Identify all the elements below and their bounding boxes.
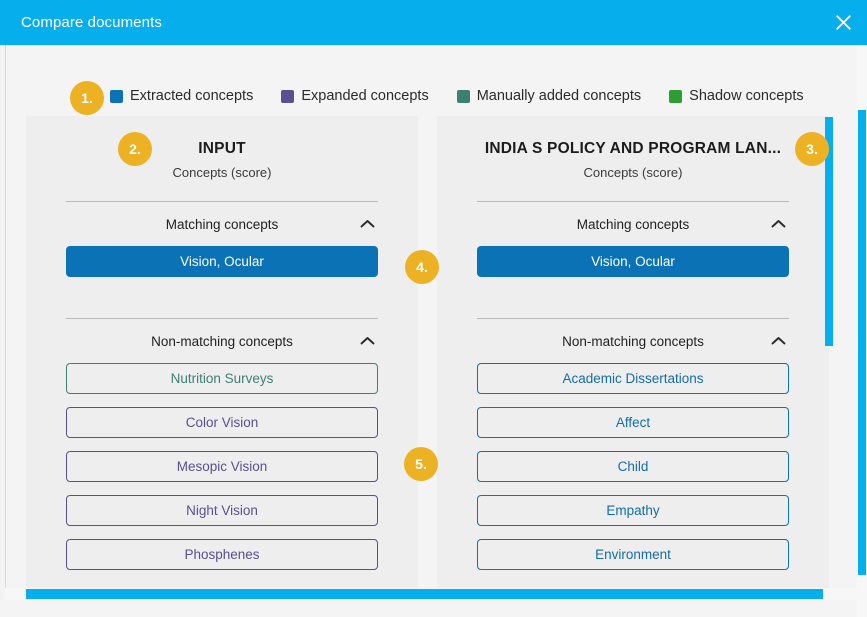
right-panel-title: INDIA S POLICY AND PROGRAM LAN... xyxy=(477,140,789,158)
concept-chip-vision-ocular[interactable]: Vision, Ocular xyxy=(477,246,789,277)
concept-type-legend: Extracted concepts Expanded concepts Man… xyxy=(110,85,832,107)
dialog-horizontal-scrollbar-thumb[interactable] xyxy=(26,589,823,599)
right-panel-header: INDIA S POLICY AND PROGRAM LAN... Concep… xyxy=(477,116,789,180)
right-matching-concepts-list: Vision, Ocular xyxy=(477,246,789,285)
dialog-title-bar: Compare documents xyxy=(0,0,867,45)
concept-chip-mesopic-vision[interactable]: Mesopic Vision xyxy=(66,451,378,482)
concept-chip-academic-dissertations[interactable]: Academic Dissertations xyxy=(477,363,789,394)
concept-chip-phosphenes[interactable]: Phosphenes xyxy=(66,539,378,570)
right-matching-concepts-label: Matching concepts xyxy=(577,217,690,232)
step-badge-4: 4. xyxy=(405,250,439,284)
chevron-up-icon[interactable] xyxy=(358,215,376,233)
chevron-up-icon[interactable] xyxy=(769,332,787,350)
compare-documents-dialog: Compare documents Extracted concepts Exp… xyxy=(0,0,867,617)
legend-swatch-shadow xyxy=(669,90,682,103)
left-panel-title: INPUT xyxy=(66,140,378,158)
right-document-panel: INDIA S POLICY AND PROGRAM LAN... Concep… xyxy=(437,116,829,591)
legend-item-shadow: Shadow concepts xyxy=(669,88,803,104)
left-panel-header: INPUT Concepts (score) xyxy=(66,116,378,180)
step-badge-2: 2. xyxy=(118,132,152,166)
concept-chip-color-vision[interactable]: Color Vision xyxy=(66,407,378,438)
concept-chip-nutrition-surveys[interactable]: Nutrition Surveys xyxy=(66,363,378,394)
close-icon xyxy=(835,14,852,31)
close-button[interactable] xyxy=(819,0,867,45)
concept-chip-vision-ocular[interactable]: Vision, Ocular xyxy=(66,246,378,277)
right-non-matching-concepts-header[interactable]: Non-matching concepts xyxy=(477,319,789,363)
chevron-up-icon[interactable] xyxy=(358,332,376,350)
dialog-vertical-scrollbar-thumb[interactable] xyxy=(858,110,866,575)
legend-item-manual: Manually added concepts xyxy=(457,88,641,104)
legend-label-extracted: Extracted concepts xyxy=(130,88,253,104)
step-badge-5: 5. xyxy=(404,447,438,481)
left-matching-concepts-label: Matching concepts xyxy=(166,217,279,232)
concept-chip-child[interactable]: Child xyxy=(477,451,789,482)
dialog-title: Compare documents xyxy=(0,14,162,31)
legend-swatch-manual xyxy=(457,90,470,103)
left-matching-concepts-list: Vision, Ocular xyxy=(66,246,378,285)
legend-label-shadow: Shadow concepts xyxy=(689,88,803,104)
legend-label-expanded: Expanded concepts xyxy=(301,88,428,104)
right-panel-subtitle: Concepts (score) xyxy=(477,165,789,180)
chevron-up-icon[interactable] xyxy=(769,215,787,233)
left-non-matching-concepts-list: Nutrition Surveys Color Vision Mesopic V… xyxy=(66,363,378,585)
left-non-matching-concepts-header[interactable]: Non-matching concepts xyxy=(66,319,378,363)
left-matching-concepts-header[interactable]: Matching concepts xyxy=(66,202,378,246)
legend-swatch-extracted xyxy=(110,90,123,103)
right-non-matching-concepts-label: Non-matching concepts xyxy=(562,334,704,349)
left-document-panel: INPUT Concepts (score) Matching concepts… xyxy=(26,116,418,591)
concept-chip-environment[interactable]: Environment xyxy=(477,539,789,570)
step-badge-3: 3. xyxy=(795,132,829,166)
concept-chip-empathy[interactable]: Empathy xyxy=(477,495,789,526)
legend-item-extracted: Extracted concepts xyxy=(110,88,253,104)
concept-chip-affect[interactable]: Affect xyxy=(477,407,789,438)
right-matching-concepts-header[interactable]: Matching concepts xyxy=(477,202,789,246)
left-panel-subtitle: Concepts (score) xyxy=(66,165,378,180)
concept-chip-night-vision[interactable]: Night Vision xyxy=(66,495,378,526)
left-non-matching-concepts-label: Non-matching concepts xyxy=(151,334,293,349)
step-badge-1: 1. xyxy=(70,81,104,115)
legend-label-manual: Manually added concepts xyxy=(477,88,641,104)
legend-item-expanded: Expanded concepts xyxy=(281,88,428,104)
legend-swatch-expanded xyxy=(281,90,294,103)
right-non-matching-concepts-list: Academic Dissertations Affect Child Empa… xyxy=(477,363,789,585)
